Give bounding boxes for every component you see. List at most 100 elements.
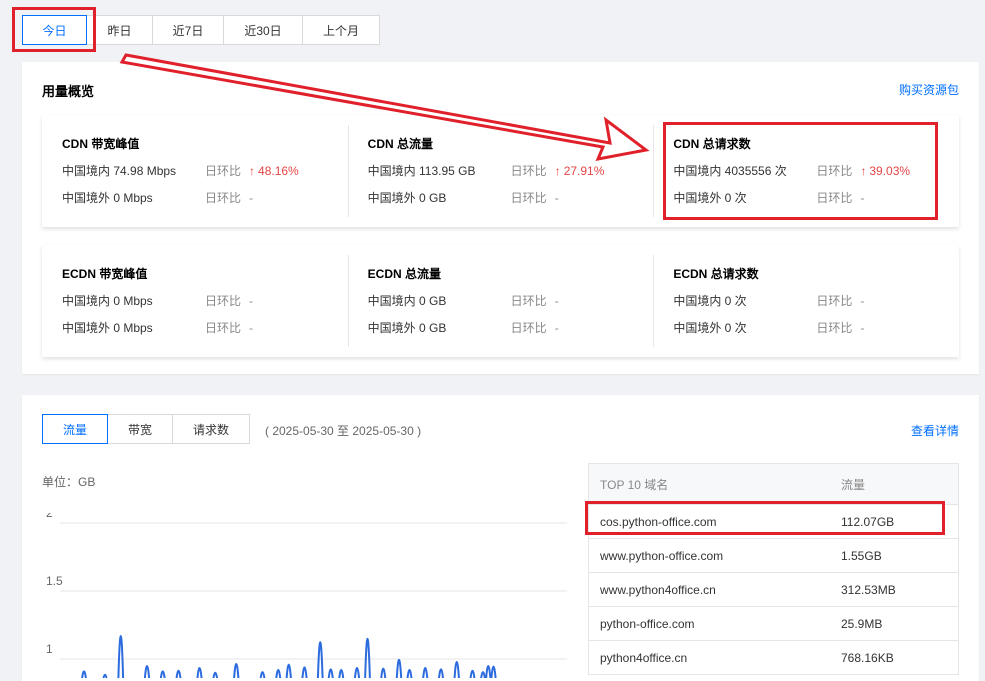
domestic-comparison: 日环比 ↑ 27.91% bbox=[511, 162, 605, 179]
change-value: 27.91% bbox=[563, 164, 605, 178]
overseas-value: 中国境外 0 GB bbox=[367, 191, 447, 205]
overseas-value: 中国境外 0 Mbps bbox=[62, 191, 153, 205]
overseas-comparison: 日环比 - bbox=[511, 189, 559, 206]
cmp-label: 日环比 bbox=[205, 294, 242, 308]
domestic-comparison: 日环比 - bbox=[511, 292, 559, 309]
change-value: 48.16% bbox=[258, 164, 299, 178]
cmp-label: 日环比 bbox=[510, 164, 547, 178]
cmp-label: 日环比 bbox=[510, 294, 547, 308]
tab-yesterday[interactable]: 昨日 bbox=[87, 15, 153, 45]
col-traffic-header: 流量 bbox=[840, 463, 959, 505]
tab-last-7-days[interactable]: 近7日 bbox=[153, 15, 224, 45]
cmp-label: 日环比 bbox=[510, 191, 547, 205]
metric-tabs: 流量 带宽 请求数 bbox=[42, 414, 250, 444]
change-value: - bbox=[860, 294, 865, 308]
tab-last-30-days[interactable]: 近30日 bbox=[224, 15, 303, 45]
change-value: - bbox=[249, 294, 254, 308]
metric-title: ECDN 总请求数 bbox=[673, 267, 759, 281]
cdn-metrics-card: CDN 带宽峰值 中国境内 74.98 Mbps 中国境外 0 Mbps 日环比… bbox=[42, 115, 959, 227]
domain-cell: www.python-office.com bbox=[588, 538, 840, 573]
overseas-comparison: 日环比 - bbox=[816, 319, 864, 336]
table-row: python4office.cn 768.16KB bbox=[588, 640, 959, 675]
change-value: - bbox=[860, 321, 865, 335]
date-range-tabs: 今日 昨日 近7日 近30日 上个月 bbox=[22, 15, 380, 45]
usage-detail-panel: 流量 带宽 请求数 ( 2025-05-30 至 2025-05-30 ) 查看… bbox=[22, 395, 979, 681]
tab-today[interactable]: 今日 bbox=[22, 15, 87, 45]
cdn-bandwidth-peak: CDN 带宽峰值 中国境内 74.98 Mbps 中国境外 0 Mbps 日环比… bbox=[42, 115, 348, 227]
arrow-up-icon: ↑ bbox=[554, 164, 561, 178]
arrow-up-icon: ↑ bbox=[249, 164, 256, 178]
traffic-cell: 768.16KB bbox=[840, 640, 959, 675]
metric-title: ECDN 带宽峰值 bbox=[62, 267, 148, 281]
domain-cell: cos.python-office.com bbox=[588, 504, 840, 539]
y-tick-label: 1 bbox=[46, 642, 53, 656]
cmp-label: 日环比 bbox=[816, 321, 853, 335]
ecdn-total-traffic: ECDN 总流量 中国境内 0 GB 中国境外 0 GB 日环比 - 日环比 - bbox=[347, 245, 654, 357]
traffic-cell: 312.53MB bbox=[840, 572, 959, 607]
tab-bandwidth[interactable]: 带宽 bbox=[108, 414, 173, 444]
view-details-link[interactable]: 查看详情 bbox=[911, 422, 959, 439]
domestic-value: 中国境内 74.98 Mbps bbox=[62, 164, 177, 178]
traffic-line-chart: 21.51 bbox=[46, 513, 567, 678]
traffic-cell: 112.07GB bbox=[840, 504, 959, 539]
cmp-label: 日环比 bbox=[816, 164, 853, 178]
metric-title: CDN 总请求数 bbox=[673, 137, 751, 151]
y-tick-label: 1.5 bbox=[46, 574, 63, 588]
domestic-value: 中国境内 4035556 次 bbox=[673, 164, 787, 178]
buy-resource-pack-link[interactable]: 购买资源包 bbox=[899, 81, 959, 98]
change-value: - bbox=[249, 321, 254, 335]
change-value: - bbox=[554, 294, 559, 308]
series-line-traffic bbox=[81, 635, 497, 678]
cmp-label: 日环比 bbox=[205, 191, 242, 205]
ecdn-total-requests: ECDN 总请求数 中国境内 0 次 中国境外 0 次 日环比 - 日环比 - bbox=[653, 245, 959, 357]
cmp-label: 日环比 bbox=[510, 321, 547, 335]
metric-title: CDN 总流量 bbox=[367, 137, 434, 151]
overview-title: 用量概览 bbox=[42, 84, 95, 99]
change-value: - bbox=[249, 191, 254, 205]
change-up: ↑ 27.91% bbox=[555, 164, 605, 178]
metric-title: CDN 带宽峰值 bbox=[62, 137, 140, 151]
traffic-cell: 25.9MB bbox=[840, 606, 959, 641]
cmp-label: 日环比 bbox=[816, 191, 853, 205]
table-row: www.python-office.com 1.55GB bbox=[588, 538, 959, 573]
tab-traffic[interactable]: 流量 bbox=[42, 414, 108, 444]
cmp-label: 日环比 bbox=[205, 321, 242, 335]
ecdn-bandwidth-peak: ECDN 带宽峰值 中国境内 0 Mbps 中国境外 0 Mbps 日环比 - 日… bbox=[42, 245, 348, 357]
domain-cell: python-office.com bbox=[588, 606, 840, 641]
overseas-value: 中国境外 0 GB bbox=[367, 321, 447, 335]
change-value: 39.03% bbox=[869, 164, 911, 178]
domain-cell: python4office.cn bbox=[588, 640, 840, 675]
domestic-value: 中国境内 0 GB bbox=[367, 294, 447, 308]
y-tick-label: 2 bbox=[46, 513, 53, 520]
table-row: www.python4office.cn 312.53MB bbox=[588, 572, 959, 607]
table-row: python-office.com 25.9MB bbox=[588, 606, 959, 641]
cdn-total-requests: CDN 总请求数 中国境内 4035556 次 中国境外 0 次 日环比 ↑ 39.… bbox=[653, 115, 959, 227]
ecdn-metrics-card: ECDN 带宽峰值 中国境内 0 Mbps 中国境外 0 Mbps 日环比 - 日… bbox=[42, 245, 959, 357]
domestic-value: 中国境内 0 Mbps bbox=[62, 294, 153, 308]
overseas-value: 中国境外 0 次 bbox=[673, 321, 747, 335]
domestic-value: 中国境内 0 次 bbox=[673, 294, 747, 308]
date-range-label: ( 2025-05-30 至 2025-05-30 ) bbox=[265, 424, 422, 438]
table-row: cos.python-office.com 112.07GB bbox=[588, 504, 959, 539]
overseas-comparison: 日环比 - bbox=[511, 319, 559, 336]
top10-domains-table: TOP 10 域名 流量 cos.python-office.com 112.07… bbox=[588, 463, 959, 675]
change-up: ↑ 39.03% bbox=[860, 164, 910, 178]
domestic-comparison: 日环比 - bbox=[816, 292, 864, 309]
tab-requests[interactable]: 请求数 bbox=[173, 414, 250, 444]
unit-label: 单位：GB bbox=[42, 475, 96, 489]
overseas-comparison: 日环比 - bbox=[816, 189, 864, 206]
cdn-total-traffic: CDN 总流量 中国境内 113.95 GB 中国境外 0 GB 日环比 ↑ 27.… bbox=[347, 115, 654, 227]
cmp-label: 日环比 bbox=[205, 164, 242, 178]
domestic-comparison: 日环比 ↑ 48.16% bbox=[205, 162, 299, 179]
col-domain-header: TOP 10 域名 bbox=[588, 463, 840, 505]
domestic-value: 中国境内 113.95 GB bbox=[367, 164, 476, 178]
usage-overview-panel: 用量概览 购买资源包 CDN 带宽峰值 中国境内 74.98 Mbps 中国境外… bbox=[22, 62, 979, 374]
cmp-label: 日环比 bbox=[816, 294, 853, 308]
overseas-comparison: 日环比 - bbox=[205, 189, 253, 206]
domestic-comparison: 日环比 ↑ 39.03% bbox=[816, 162, 910, 179]
domestic-comparison: 日环比 - bbox=[205, 292, 253, 309]
tab-last-month[interactable]: 上个月 bbox=[303, 15, 380, 45]
arrow-up-icon: ↑ bbox=[860, 164, 867, 178]
overseas-value: 中国境外 0 次 bbox=[673, 191, 747, 205]
table-header-row: TOP 10 域名 流量 bbox=[588, 463, 959, 505]
